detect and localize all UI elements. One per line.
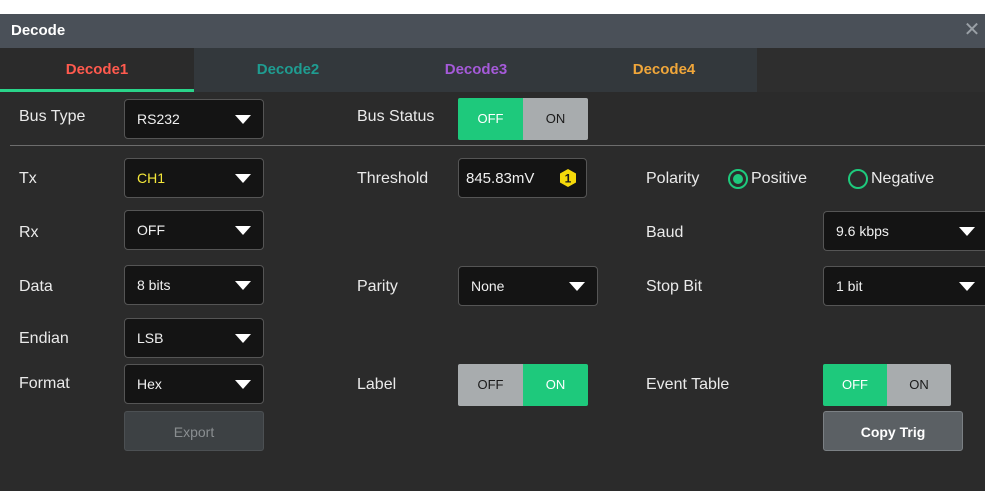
top-strip [0, 0, 985, 14]
polarity-negative-radio[interactable] [848, 169, 868, 189]
data-bits-dropdown[interactable]: 8 bits [124, 265, 264, 305]
tab-decode3[interactable]: Decode3 [382, 48, 570, 92]
baud-label: Baud [646, 224, 684, 241]
event-table-on-option[interactable]: ON [887, 364, 951, 406]
tx-label: Tx [19, 170, 37, 187]
polarity-negative-label[interactable]: Negative [871, 170, 934, 188]
close-icon[interactable]: ✕ [963, 20, 981, 40]
chevron-down-icon [959, 227, 975, 236]
rx-value: OFF [137, 222, 165, 238]
chevron-down-icon [235, 380, 251, 389]
export-button[interactable]: Export [124, 411, 264, 451]
bus-status-label: Bus Status [357, 108, 435, 125]
format-label: Format [19, 375, 70, 392]
bus-type-label: Bus Type [19, 108, 86, 125]
chevron-down-icon [235, 115, 251, 124]
polarity-positive-radio[interactable] [728, 169, 748, 189]
chevron-down-icon [569, 282, 585, 291]
threshold-label: Threshold [357, 170, 429, 187]
chevron-down-icon [235, 226, 251, 235]
label-on-option[interactable]: ON [523, 364, 588, 406]
event-table-toggle[interactable]: OFF ON [823, 364, 951, 406]
chevron-down-icon [235, 281, 251, 290]
parity-label: Parity [357, 278, 398, 295]
polarity-label: Polarity [646, 170, 700, 187]
tab-decode3-label: Decode3 [444, 61, 508, 78]
rx-dropdown[interactable]: OFF [124, 210, 264, 250]
bus-type-dropdown[interactable]: RS232 [124, 99, 264, 139]
chevron-down-icon [959, 282, 975, 291]
divider [10, 145, 985, 146]
format-dropdown[interactable]: Hex [124, 364, 264, 404]
channel-badge-icon: 1 [560, 169, 576, 187]
bus-status-off-option[interactable]: OFF [458, 98, 523, 140]
chevron-down-icon [235, 174, 251, 183]
window-title: Decode [11, 22, 66, 39]
tx-value: CH1 [137, 170, 166, 186]
label-toggle-label: Label [357, 376, 397, 393]
decode-settings-panel: Bus Type RS232 Bus Status OFF ON Tx CH1 … [0, 92, 985, 491]
tab-decode1-label: Decode1 [65, 61, 129, 78]
endian-value: LSB [137, 330, 164, 346]
tab-decode2-label: Decode2 [256, 61, 320, 78]
threshold-value: 845.83mV [466, 170, 535, 187]
endian-label: Endian [19, 330, 69, 347]
event-table-label: Event Table [646, 376, 730, 393]
baud-dropdown[interactable]: 9.6 kbps [823, 211, 985, 251]
label-off-option[interactable]: OFF [458, 364, 523, 406]
label-toggle[interactable]: OFF ON [458, 364, 588, 406]
parity-dropdown[interactable]: None [458, 266, 598, 306]
endian-dropdown[interactable]: LSB [124, 318, 264, 358]
bus-status-on-option[interactable]: ON [523, 98, 588, 140]
threshold-input[interactable]: 845.83mV 1 [458, 158, 587, 198]
chevron-down-icon [235, 334, 251, 343]
bus-status-toggle[interactable]: OFF ON [458, 98, 588, 140]
event-table-off-option[interactable]: OFF [823, 364, 887, 406]
polarity-positive-label[interactable]: Positive [751, 170, 807, 188]
channel-badge-number: 1 [565, 172, 572, 186]
parity-value: None [471, 278, 505, 294]
copy-trig-button[interactable]: Copy Trig [823, 411, 963, 451]
stop-bit-dropdown[interactable]: 1 bit [823, 266, 985, 306]
data-label: Data [19, 278, 53, 295]
tab-decode4-label: Decode4 [632, 61, 696, 78]
stop-bit-label: Stop Bit [646, 278, 703, 295]
rx-label: Rx [19, 224, 39, 241]
data-bits-value: 8 bits [137, 277, 171, 293]
title-bar: Decode ✕ [0, 14, 985, 48]
tab-decode4[interactable]: Decode4 [570, 48, 758, 92]
stop-bit-value: 1 bit [836, 278, 863, 294]
bus-type-value: RS232 [137, 111, 180, 127]
format-value: Hex [137, 376, 162, 392]
decode-tab-bar: Decode1 Decode2 Decode3 Decode4 [0, 48, 985, 92]
tab-decode2[interactable]: Decode2 [194, 48, 382, 92]
tx-dropdown[interactable]: CH1 [124, 158, 264, 198]
baud-value: 9.6 kbps [836, 223, 889, 239]
tab-decode1[interactable]: Decode1 [0, 48, 194, 92]
